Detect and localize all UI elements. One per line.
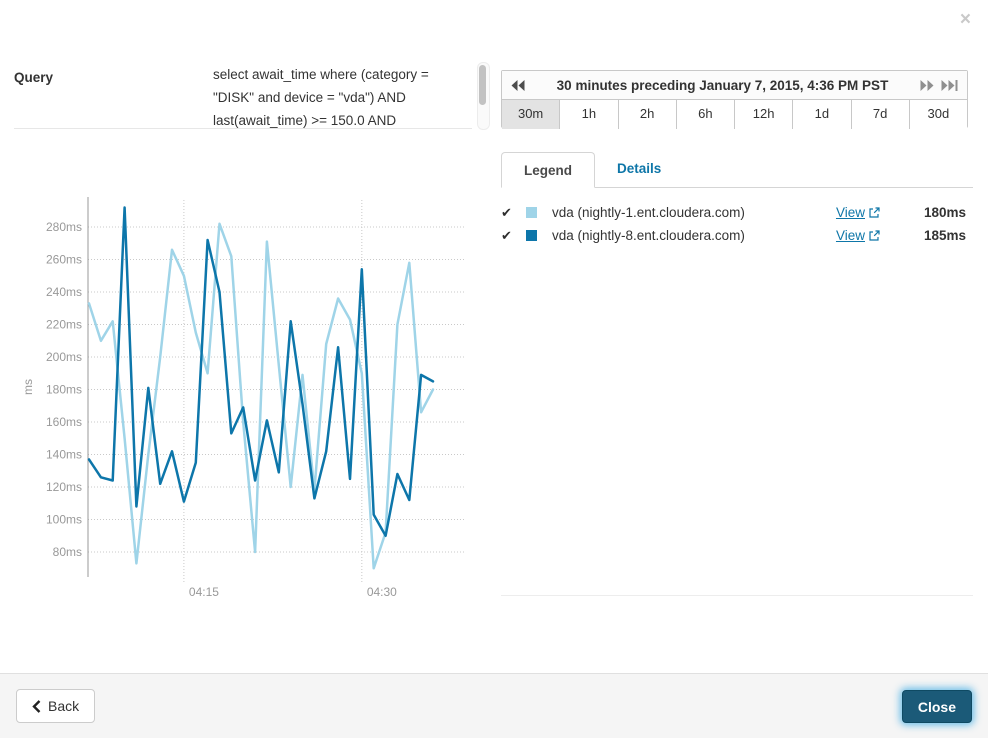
legend-row: ✔ vda (nightly-1.ent.cloudera.com) View 180… (501, 201, 966, 224)
back-button[interactable]: Back (16, 689, 95, 723)
view-link-label[interactable]: View (836, 228, 865, 243)
back-button-label: Back (48, 698, 79, 714)
skip-to-now-icon[interactable] (941, 80, 958, 91)
y-tick-label: 200ms (46, 350, 82, 364)
query-label: Query (14, 70, 53, 85)
y-tick-label: 220ms (46, 318, 82, 332)
time-range-title-row: 30 minutes preceding January 7, 2015, 4:… (502, 71, 967, 100)
x-tick-label: 04:15 (189, 585, 219, 599)
series-visibility-check-icon[interactable]: ✔ (501, 205, 522, 221)
time-range-buttons: 30m1h2h6h12h1d7d30d (502, 100, 967, 129)
y-tick-label: 260ms (46, 253, 82, 267)
time-range-widget: 30 minutes preceding January 7, 2015, 4:… (501, 70, 968, 128)
external-link-icon (869, 230, 880, 241)
y-axis-unit-label: ms (21, 379, 35, 395)
close-button[interactable]: Close (902, 690, 972, 723)
time-range-button-7d[interactable]: 7d (851, 100, 909, 129)
time-range-button-2h[interactable]: 2h (618, 100, 676, 129)
legend-row: ✔ vda (nightly-8.ent.cloudera.com) View 185… (501, 224, 966, 247)
series-label: vda (nightly-8.ent.cloudera.com) (552, 228, 745, 243)
view-link[interactable]: View (836, 205, 880, 220)
y-tick-label: 240ms (46, 285, 82, 299)
series-color-swatch (526, 230, 537, 241)
x-tick-label: 04:30 (367, 585, 397, 599)
chart-detail-dialog: × Query select await_time where (categor… (0, 0, 988, 738)
time-range-button-30d[interactable]: 30d (909, 100, 967, 129)
y-tick-label: 140ms (46, 448, 82, 462)
panel-bottom-border (501, 595, 973, 596)
timeseries-chart: ms 80ms 100ms 120ms 140ms 160ms 180ms 200ms 220… (6, 185, 476, 615)
tab-legend[interactable]: Legend (501, 152, 595, 188)
query-scrollbar[interactable] (477, 62, 490, 130)
time-range-title: 30 minutes preceding January 7, 2015, 4:… (525, 78, 920, 93)
series-current-value: 180ms (880, 205, 966, 220)
scrollbar-thumb[interactable] (479, 65, 486, 105)
query-divider (14, 128, 472, 129)
dialog-footer: Back Close (0, 673, 988, 738)
y-tick-label: 160ms (46, 415, 82, 429)
step-forward-icon[interactable] (920, 80, 934, 91)
y-tick-label: 280ms (46, 220, 82, 234)
step-back-icon[interactable] (511, 80, 525, 91)
time-range-button-1d[interactable]: 1d (792, 100, 850, 129)
series-color-swatch (526, 207, 537, 218)
tab-details[interactable]: Details (595, 151, 683, 187)
time-range-button-6h[interactable]: 6h (676, 100, 734, 129)
y-tick-label: 180ms (46, 383, 82, 397)
tabbar: LegendDetails (501, 152, 973, 188)
query-text: select await_time where (category = "DIS… (213, 63, 473, 128)
series-visibility-check-icon[interactable]: ✔ (501, 228, 522, 244)
view-link[interactable]: View (836, 228, 880, 243)
legend-panel: ✔ vda (nightly-1.ent.cloudera.com) View 180… (501, 201, 966, 247)
view-link-label[interactable]: View (836, 205, 865, 220)
external-link-icon (869, 207, 880, 218)
close-icon[interactable]: × (960, 10, 971, 29)
chevron-left-icon (32, 700, 41, 713)
series-current-value: 185ms (880, 228, 966, 243)
time-range-button-12h[interactable]: 12h (734, 100, 792, 129)
time-range-button-1h[interactable]: 1h (559, 100, 617, 129)
y-tick-label: 120ms (46, 480, 82, 494)
y-tick-label: 80ms (53, 545, 82, 559)
series-line (89, 224, 433, 569)
y-tick-label: 100ms (46, 513, 82, 527)
series-label: vda (nightly-1.ent.cloudera.com) (552, 205, 745, 220)
time-range-button-30m[interactable]: 30m (502, 100, 559, 129)
